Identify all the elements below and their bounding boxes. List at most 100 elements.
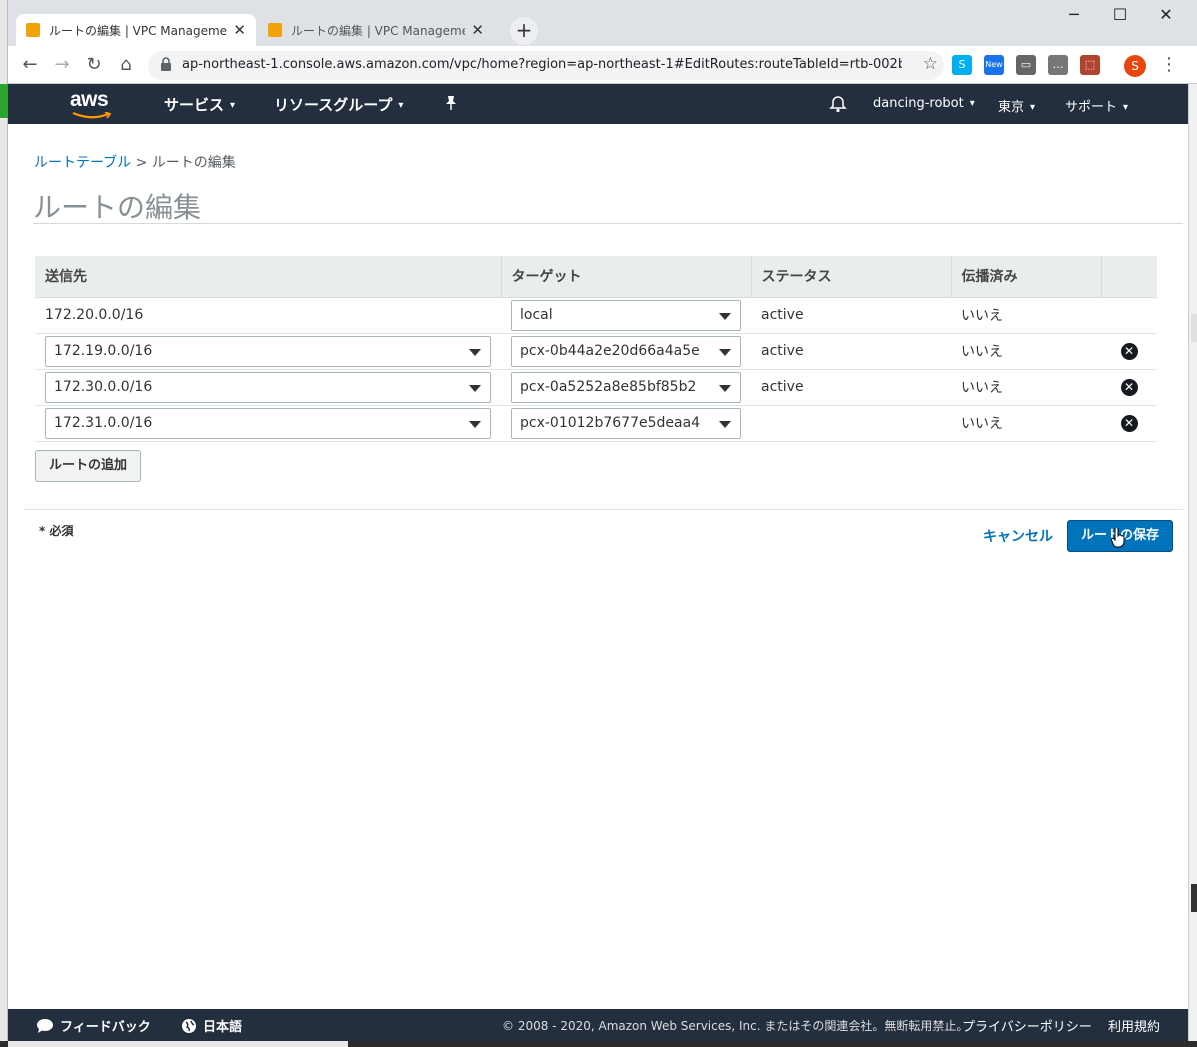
breadcrumb-separator: > xyxy=(131,155,152,171)
propagated-cell: いいえ xyxy=(951,297,1101,334)
tab-close-icon[interactable]: ✕ xyxy=(233,21,246,39)
aws-favicon-icon xyxy=(26,23,40,37)
forward-icon[interactable]: → xyxy=(50,53,74,77)
region-menu[interactable]: 東京 ▾ xyxy=(998,96,1035,115)
browser-titlebar: ルートの編集 | VPC Management C ✕ ルートの編集 | VPC… xyxy=(8,0,1197,46)
browser-toolbar: ← → ↻ ⌂ ap-northeast-1.console.aws.amazo… xyxy=(8,46,1197,84)
status-cell: active xyxy=(751,369,951,406)
lock-icon xyxy=(161,57,171,71)
tab-title: ルートの編集 | VPC Management C xyxy=(49,23,228,38)
column-header-destination: 送信先 xyxy=(35,256,502,298)
globe-icon xyxy=(182,1019,196,1033)
column-header-status: ステータス xyxy=(751,256,952,298)
dropdown-arrow-icon xyxy=(719,420,731,428)
dropdown-arrow-icon xyxy=(719,384,731,392)
target-select[interactable]: local xyxy=(511,299,741,331)
table-row: 172.20.0.0/16 local active いいえ xyxy=(35,297,1157,334)
support-menu[interactable]: サポート ▾ xyxy=(1065,96,1128,115)
dropdown-arrow-icon xyxy=(719,312,731,320)
tab-title: ルートの編集 | VPC Management C xyxy=(291,23,466,38)
dropdown-arrow-icon xyxy=(469,420,481,428)
destination-cell: 172.20.0.0/16 xyxy=(35,297,501,334)
remove-route-icon[interactable]: ✕ xyxy=(1120,378,1138,396)
table-row: 172.31.0.0/16 pcx-01012b7677e5deaa4 いいえ … xyxy=(35,405,1157,442)
url-text[interactable]: ap-northeast-1.console.aws.amazon.com/vp… xyxy=(182,57,902,72)
target-select[interactable]: pcx-0b44a2e20d66a4a5e xyxy=(511,335,741,367)
taskbar-edge xyxy=(0,1041,1197,1047)
propagated-cell: いいえ xyxy=(951,333,1101,370)
add-route-button[interactable]: ルートの追加 xyxy=(35,450,141,482)
chevron-down-icon: ▾ xyxy=(230,100,236,111)
tab-active[interactable]: ルートの編集 | VPC Management C ✕ xyxy=(16,14,256,46)
aws-navbar: aws サービス ▾ リソースグループ ▾ dancing-robot ▾ 東京 ▾ サ… xyxy=(8,84,1188,124)
required-note: * 必須 xyxy=(39,524,74,538)
remove-cell xyxy=(1101,297,1157,334)
tab-close-icon[interactable]: ✕ xyxy=(471,21,484,39)
pdf-extension-icon[interactable]: ⬚ xyxy=(1080,55,1100,75)
destination-input[interactable]: 172.31.0.0/16 xyxy=(45,407,491,439)
column-header-remove xyxy=(1101,256,1157,298)
form-divider xyxy=(23,509,1183,510)
maximize-button[interactable]: ☐ xyxy=(1105,5,1135,24)
column-header-propagated: 伝播済み xyxy=(951,256,1102,298)
language-selector[interactable]: 日本語 xyxy=(181,1016,242,1035)
main-content: ルートテーブル > ルートの編集 ルートの編集 送信先 ターゲット ステータス … xyxy=(8,124,1188,1009)
privacy-policy-link[interactable]: プライバシーポリシー xyxy=(962,1016,1092,1035)
dropdown-arrow-icon xyxy=(719,348,731,356)
tab-inactive[interactable]: ルートの編集 | VPC Management C ✕ xyxy=(258,14,494,46)
table-header-row: 送信先 ターゲット ステータス 伝播済み xyxy=(35,256,1157,298)
new-tab-button[interactable]: + xyxy=(510,17,538,45)
remove-route-icon[interactable]: ✕ xyxy=(1120,414,1138,432)
dropdown-arrow-icon xyxy=(469,348,481,356)
aws-footer: フィードバック 日本語 © 2008 - 2020, Amazon Web Se… xyxy=(8,1009,1188,1041)
column-header-target: ターゲット xyxy=(501,256,752,298)
account-menu[interactable]: dancing-robot ▾ xyxy=(873,96,975,111)
chevron-down-icon: ▾ xyxy=(398,100,404,111)
copyright-text: © 2008 - 2020, Amazon Web Services, Inc.… xyxy=(502,1019,969,1033)
background-window-accent xyxy=(0,84,8,118)
status-cell: active xyxy=(751,297,951,334)
target-select[interactable]: pcx-0a5252a8e85bf85b2 xyxy=(511,371,741,403)
propagated-cell: いいえ xyxy=(951,405,1101,442)
close-window-button[interactable]: ✕ xyxy=(1151,5,1181,24)
breadcrumb-route-tables-link[interactable]: ルートテーブル xyxy=(34,155,131,171)
chevron-down-icon: ▾ xyxy=(969,98,975,109)
feedback-link[interactable]: フィードバック xyxy=(36,1016,151,1035)
services-menu[interactable]: サービス ▾ xyxy=(164,94,235,115)
resource-groups-menu[interactable]: リソースグループ ▾ xyxy=(274,94,403,115)
breadcrumb-current: ルートの編集 xyxy=(151,155,236,171)
tv-extension-icon[interactable]: ▭ xyxy=(1016,55,1036,75)
remove-route-icon[interactable]: ✕ xyxy=(1120,342,1138,360)
table-row: 172.30.0.0/16 pcx-0a5252a8e85bf85b2 acti… xyxy=(35,369,1157,406)
right-edge-strip xyxy=(1188,84,1197,1047)
cancel-button[interactable]: キャンセル xyxy=(983,526,1053,546)
chevron-down-icon: ▾ xyxy=(1123,102,1129,113)
table-row: 172.19.0.0/16 pcx-0b44a2e20d66a4a5e acti… xyxy=(35,333,1157,370)
aws-logo[interactable]: aws xyxy=(70,88,114,119)
profile-avatar[interactable]: S xyxy=(1124,55,1146,77)
terms-link[interactable]: 利用規約 xyxy=(1108,1016,1160,1035)
address-bar[interactable]: ap-northeast-1.console.aws.amazon.com/vp… xyxy=(148,51,944,80)
target-select[interactable]: pcx-01012b7677e5deaa4 xyxy=(511,407,741,439)
page-title: ルートの編集 xyxy=(33,191,202,224)
pin-icon[interactable] xyxy=(444,95,458,115)
line-extension-icon[interactable]: … xyxy=(1048,55,1068,75)
home-icon[interactable]: ⌂ xyxy=(114,53,138,77)
aws-smile-icon xyxy=(72,112,112,119)
minimize-button[interactable]: ─ xyxy=(1059,5,1089,24)
status-cell xyxy=(751,405,951,442)
browser-menu-icon[interactable]: ⋮ xyxy=(1160,54,1178,75)
skype-extension-icon[interactable]: S xyxy=(952,55,972,75)
destination-input[interactable]: 172.19.0.0/16 xyxy=(45,335,491,367)
back-icon[interactable]: ← xyxy=(18,53,42,77)
chevron-down-icon: ▾ xyxy=(1030,102,1036,113)
speech-bubble-icon xyxy=(37,1019,53,1033)
bookmark-star-icon[interactable]: ☆ xyxy=(923,54,938,74)
status-cell: active xyxy=(751,333,951,370)
bell-icon[interactable] xyxy=(829,95,847,117)
reload-icon[interactable]: ↻ xyxy=(82,53,106,77)
new-extension-icon[interactable]: New xyxy=(984,55,1004,75)
destination-input[interactable]: 172.30.0.0/16 xyxy=(45,371,491,403)
dropdown-arrow-icon xyxy=(469,384,481,392)
background-window xyxy=(0,0,8,1047)
